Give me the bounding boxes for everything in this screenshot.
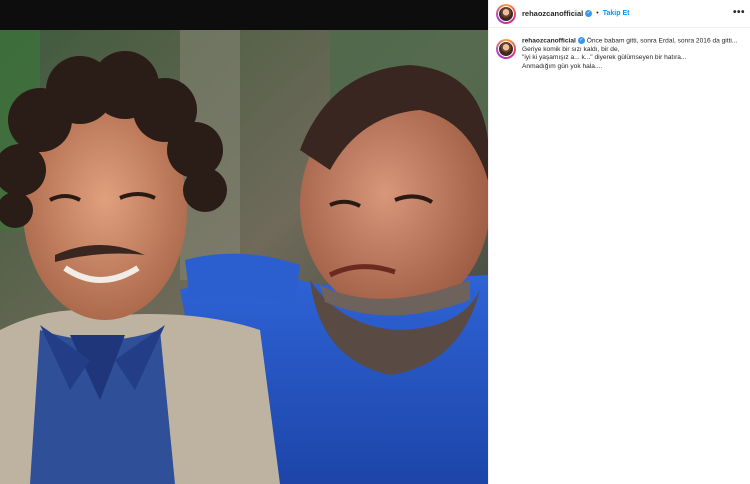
caption-line-1: Geriye komik bir sızı kaldı, bir de, bbox=[522, 45, 620, 53]
username-link[interactable]: rehaozcanofficial bbox=[522, 9, 583, 18]
instagram-post: rehaozcanofficial ✓ • Takip Et ••• rehao… bbox=[0, 0, 750, 484]
caption-verified-badge-icon: ✓ bbox=[577, 37, 585, 44]
verified-badge-icon: ✓ bbox=[585, 10, 593, 17]
caption-first-line: rehaozcanofficial ✓ Önce babam gitti, son… bbox=[522, 37, 744, 46]
post-caption: rehaozcanofficial ✓ Önce babam gitti, son… bbox=[496, 37, 746, 72]
avatar[interactable] bbox=[496, 3, 516, 24]
photo-top-border bbox=[0, 0, 488, 30]
post-header: rehaozcanofficial ✓ • Takip Et ••• bbox=[489, 0, 750, 28]
separator-dot: • bbox=[596, 10, 599, 17]
caption-line-3: Anmadığım gün yok hala.... bbox=[522, 63, 603, 71]
photo-two-men-smiling bbox=[0, 30, 488, 484]
caption-text: rehaozcanofficial ✓ Önce babam gitti, son… bbox=[522, 37, 744, 72]
caption-username-link[interactable]: rehaozcanofficial bbox=[522, 37, 576, 44]
caption-line-2: "iyi ki yaşamışız a... k..." diyerek gül… bbox=[522, 54, 687, 62]
post-sidebar: rehaozcanofficial ✓ • Takip Et ••• rehao… bbox=[488, 0, 750, 484]
post-photo[interactable] bbox=[0, 0, 488, 484]
follow-button[interactable]: Takip Et bbox=[603, 10, 630, 17]
more-options-icon[interactable]: ••• bbox=[733, 8, 745, 18]
caption-avatar[interactable] bbox=[496, 39, 516, 59]
caption-line-0: Önce babam gitti, sonra Erdal, sonra 201… bbox=[586, 37, 738, 45]
